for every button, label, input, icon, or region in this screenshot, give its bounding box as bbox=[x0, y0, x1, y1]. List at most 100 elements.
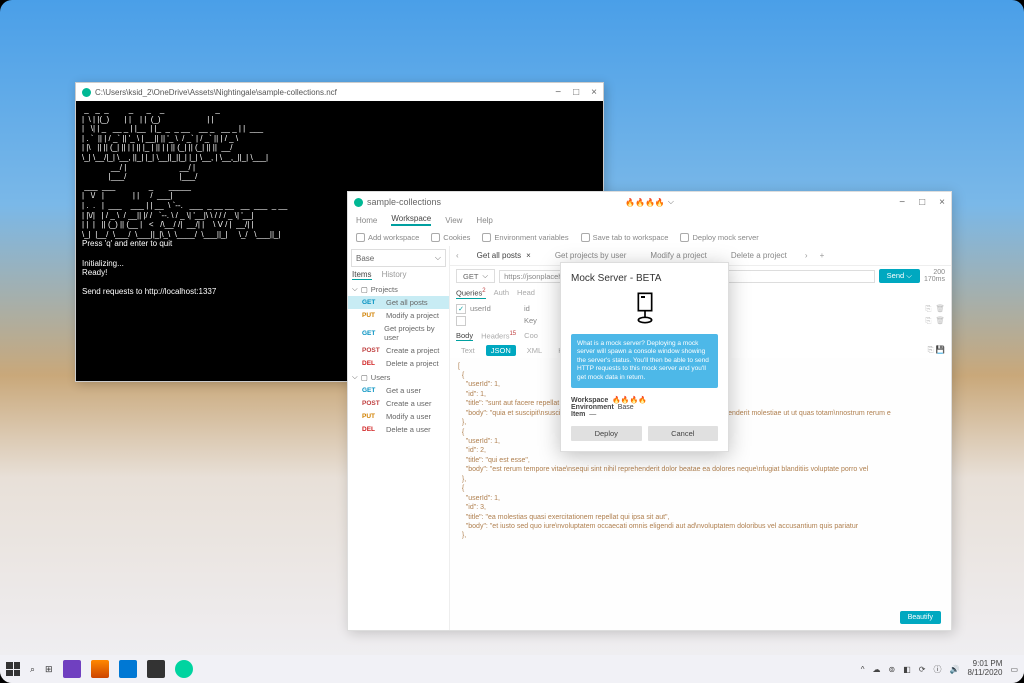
cookies-button[interactable]: Cookies bbox=[431, 233, 470, 242]
clock[interactable]: 9:01 PM 8/11/2020 bbox=[967, 660, 1002, 678]
save-icon[interactable]: 💾 bbox=[936, 345, 945, 354]
tray-icon[interactable]: ◧ bbox=[903, 665, 911, 674]
chevron-down-icon: ⌵ bbox=[435, 253, 441, 263]
taskbar-app-icon[interactable] bbox=[119, 660, 137, 678]
tree-item[interactable]: POSTCreate a project bbox=[348, 344, 449, 357]
sidebar-tab-items[interactable]: Items bbox=[352, 270, 372, 280]
terminal-titlebar[interactable]: C:\Users\ksid_2\OneDrive\Assets\Nighting… bbox=[76, 83, 603, 101]
search-icon[interactable]: ⌕ bbox=[30, 664, 35, 675]
taskbar-app-icon[interactable] bbox=[91, 660, 109, 678]
toolbar: Add workspace Cookies Environment variab… bbox=[348, 228, 951, 246]
notifications-icon[interactable]: ▭ bbox=[1010, 665, 1018, 674]
start-button[interactable] bbox=[6, 662, 20, 676]
copy-icon[interactable]: ⎘ bbox=[928, 345, 934, 354]
tab-add-icon[interactable]: + bbox=[814, 251, 831, 260]
maximize-icon[interactable]: □ bbox=[919, 197, 925, 208]
tab-delete-project[interactable]: Delete a project bbox=[719, 246, 799, 265]
task-view-icon[interactable]: ⊞ bbox=[45, 664, 53, 675]
tree-item[interactable]: DELDelete a user bbox=[348, 423, 449, 436]
taskbar-app-icon[interactable] bbox=[63, 660, 81, 678]
close-icon[interactable]: × bbox=[939, 197, 945, 208]
tab-get-all-posts[interactable]: Get all posts× bbox=[465, 246, 543, 265]
dialog-title: Mock Server - BETA bbox=[571, 273, 718, 284]
tree-folder-projects[interactable]: ⌵▢Projects bbox=[348, 282, 449, 296]
queries-tab[interactable]: Queries2 bbox=[456, 288, 486, 299]
format-text[interactable]: Text bbox=[456, 345, 480, 356]
minimize-icon[interactable]: − bbox=[555, 87, 561, 98]
menu-help[interactable]: Help bbox=[476, 216, 492, 225]
tray-sync-icon[interactable]: ⟳ bbox=[919, 665, 926, 674]
cookie-icon bbox=[431, 233, 440, 242]
minimize-icon[interactable]: − bbox=[899, 197, 905, 208]
beautify-button[interactable]: Beautify bbox=[900, 611, 941, 624]
copy-icon[interactable]: ⎘ bbox=[925, 304, 931, 314]
tree-folder-users[interactable]: ⌵▢Users bbox=[348, 370, 449, 384]
tree-item[interactable]: POSTCreate a user bbox=[348, 397, 449, 410]
tray-volume-icon[interactable]: 🔊 bbox=[949, 665, 959, 674]
env-vars-button[interactable]: Environment variables bbox=[482, 233, 568, 242]
tree-item[interactable]: GETGet all posts bbox=[348, 296, 449, 309]
menu-workspace[interactable]: Workspace bbox=[391, 214, 431, 226]
workspace-badge[interactable]: 🔥🔥🔥🔥⌵ bbox=[625, 197, 674, 207]
tree-item[interactable]: DELDelete a project bbox=[348, 357, 449, 370]
cancel-button[interactable]: Cancel bbox=[648, 426, 719, 441]
app-icon bbox=[354, 198, 363, 207]
server-icon bbox=[631, 292, 659, 324]
terminal-title-path: C:\Users\ksid_2\OneDrive\Assets\Nighting… bbox=[95, 88, 337, 97]
tray-wifi-icon[interactable]: ⓘ bbox=[933, 664, 941, 675]
response-status: 200170ms bbox=[924, 269, 945, 283]
maximize-icon[interactable]: □ bbox=[573, 87, 579, 98]
request-tree: ⌵▢Projects GETGet all posts PUTModify a … bbox=[348, 280, 449, 438]
headers-tab[interactable]: Head bbox=[517, 288, 535, 299]
close-icon[interactable]: × bbox=[526, 251, 531, 260]
format-json[interactable]: JSON bbox=[486, 345, 516, 356]
tray-cloud-icon[interactable]: ☁ bbox=[873, 665, 881, 674]
delete-icon[interactable]: 🗑 bbox=[935, 316, 945, 326]
cookies-tab[interactable]: Coo bbox=[524, 331, 538, 341]
dialog-metadata: Workspace 🔥🔥🔥🔥 Environment Base Item — bbox=[571, 396, 718, 418]
dialog-info: What is a mock server? Deploying a mock … bbox=[571, 334, 718, 388]
send-button[interactable]: Send ⌵ bbox=[879, 269, 920, 283]
checkbox-icon[interactable]: ✓ bbox=[456, 304, 466, 314]
env-selector[interactable]: Base⌵ bbox=[351, 249, 446, 267]
sidebar: Base⌵ Items History ⌵▢Projects GETGet al… bbox=[348, 246, 450, 630]
tab-prev-icon[interactable]: ‹ bbox=[450, 251, 465, 260]
tree-item[interactable]: PUTModify a user bbox=[348, 410, 449, 423]
save-tab-button[interactable]: Save tab to workspace bbox=[581, 233, 669, 242]
copy-icon[interactable]: ⎘ bbox=[925, 316, 931, 326]
taskbar-app-icon[interactable] bbox=[175, 660, 193, 678]
add-workspace-button[interactable]: Add workspace bbox=[356, 233, 419, 242]
chevron-down-icon: ⌵ bbox=[906, 271, 912, 280]
menubar: Home Workspace View Help bbox=[348, 212, 951, 228]
format-xml[interactable]: XML bbox=[522, 345, 547, 356]
tree-item[interactable]: GETGet a user bbox=[348, 384, 449, 397]
app-title-text: sample-collections bbox=[367, 197, 441, 207]
tree-item[interactable]: PUTModify a project bbox=[348, 309, 449, 322]
terminal-app-icon bbox=[82, 88, 91, 97]
menu-view[interactable]: View bbox=[445, 216, 462, 225]
auth-tab[interactable]: Auth bbox=[494, 288, 509, 299]
deploy-mock-button[interactable]: Deploy mock server bbox=[680, 233, 758, 242]
globe-icon bbox=[482, 233, 491, 242]
close-icon[interactable]: × bbox=[591, 87, 597, 98]
deploy-button[interactable]: Deploy bbox=[571, 426, 642, 441]
sidebar-tab-history[interactable]: History bbox=[382, 270, 407, 280]
system-tray: ^ ☁ ⊚ ◧ ⟳ ⓘ 🔊 9:01 PM 8/11/2020 ▭ bbox=[861, 660, 1018, 678]
method-selector[interactable]: GET⌵ bbox=[456, 269, 495, 283]
folder-icon: ▢ bbox=[361, 373, 368, 382]
tree-item[interactable]: GETGet projects by user bbox=[348, 322, 449, 344]
folder-icon: ▢ bbox=[361, 285, 368, 294]
menu-home[interactable]: Home bbox=[356, 216, 377, 225]
taskbar: ⌕ ⊞ ^ ☁ ⊚ ◧ ⟳ ⓘ 🔊 9:01 PM 8/11/2020 ▭ bbox=[0, 655, 1024, 683]
server-icon bbox=[680, 233, 689, 242]
taskbar-app-icon[interactable] bbox=[147, 660, 165, 678]
tray-icon[interactable]: ⊚ bbox=[889, 665, 896, 674]
body-tab[interactable]: Body bbox=[456, 331, 473, 341]
delete-icon[interactable]: 🗑 bbox=[935, 304, 945, 314]
tray-expand-icon[interactable]: ^ bbox=[861, 665, 865, 674]
save-icon bbox=[581, 233, 590, 242]
app-titlebar[interactable]: sample-collections 🔥🔥🔥🔥⌵ − □ × bbox=[348, 192, 951, 212]
tab-next-icon[interactable]: › bbox=[799, 251, 814, 260]
response-headers-tab[interactable]: Headers15 bbox=[481, 331, 516, 341]
checkbox-icon[interactable] bbox=[456, 316, 466, 326]
